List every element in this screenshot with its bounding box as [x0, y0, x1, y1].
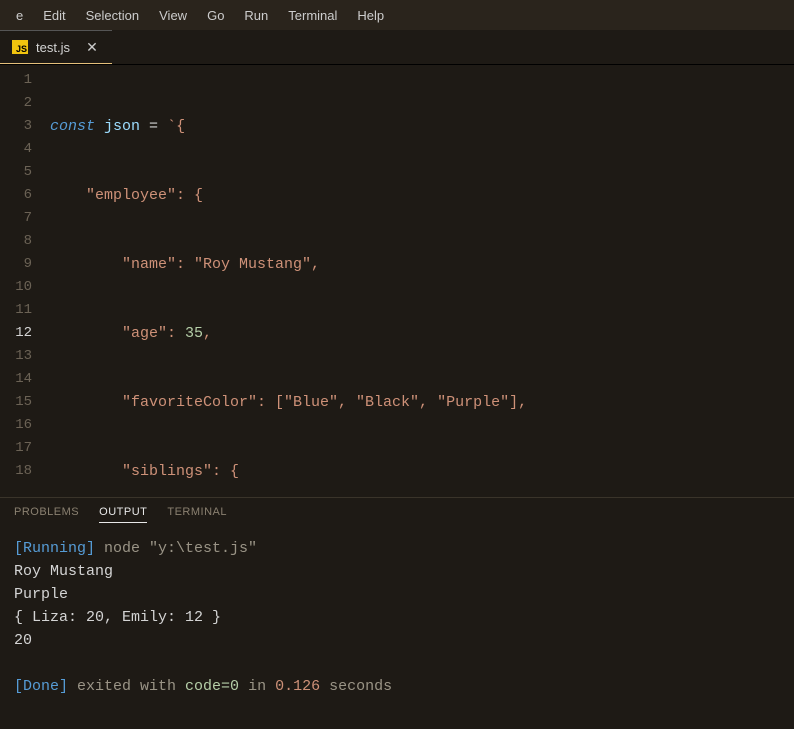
- line-number: 11: [0, 299, 32, 322]
- line-number: 4: [0, 138, 32, 161]
- output-text: in: [239, 678, 275, 695]
- output-text: seconds: [320, 678, 392, 695]
- tab-close-button[interactable]: ✕: [84, 39, 100, 55]
- menu-edit[interactable]: Edit: [33, 4, 75, 27]
- menu-run[interactable]: Run: [234, 4, 278, 27]
- panel-tab-output[interactable]: OUTPUT: [99, 506, 147, 523]
- menu-go[interactable]: Go: [197, 4, 234, 27]
- code-line: "name": "Roy Mustang",: [50, 253, 794, 276]
- tab-test-js[interactable]: JS test.js ✕: [0, 30, 112, 64]
- line-number: 12: [0, 322, 32, 345]
- line-number: 17: [0, 437, 32, 460]
- output-exit-code: code=0: [185, 678, 239, 695]
- menu-help[interactable]: Help: [347, 4, 394, 27]
- panel-tab-problems[interactable]: PROBLEMS: [14, 506, 79, 523]
- tab-filename: test.js: [36, 40, 70, 55]
- code-line: "siblings": {: [50, 460, 794, 483]
- output-line: 20: [14, 632, 32, 649]
- line-number: 16: [0, 414, 32, 437]
- menu-view[interactable]: View: [149, 4, 197, 27]
- menu-terminal[interactable]: Terminal: [278, 4, 347, 27]
- menu-file[interactable]: e: [6, 4, 33, 27]
- code-line: "age": 35,: [50, 322, 794, 345]
- bottom-panel: PROBLEMS OUTPUT TERMINAL [Running] node …: [0, 497, 794, 729]
- menu-bar: e Edit Selection View Go Run Terminal He…: [0, 0, 794, 30]
- output-done-tag: [Done]: [14, 678, 68, 695]
- editor-area[interactable]: 1 2 3 4 5 6 7 8 9 10 11 12 13 14 15 16 1…: [0, 65, 794, 497]
- code-line: "favoriteColor": ["Blue", "Black", "Purp…: [50, 391, 794, 414]
- output-line: Roy Mustang: [14, 563, 113, 580]
- line-number: 15: [0, 391, 32, 414]
- line-number: 2: [0, 92, 32, 115]
- panel-tab-bar: PROBLEMS OUTPUT TERMINAL: [0, 498, 794, 529]
- line-number: 18: [0, 460, 32, 483]
- output-text: exited with: [68, 678, 185, 695]
- line-number: 10: [0, 276, 32, 299]
- line-number: 1: [0, 69, 32, 92]
- code-content[interactable]: const json = `{ "employee": { "name": "R…: [50, 65, 794, 497]
- line-number: 5: [0, 161, 32, 184]
- line-number: 14: [0, 368, 32, 391]
- output-duration: 0.126: [275, 678, 320, 695]
- line-number: 6: [0, 184, 32, 207]
- output-content[interactable]: [Running] node "y:\test.js" Roy Mustang …: [0, 529, 794, 706]
- line-number: 3: [0, 115, 32, 138]
- line-number-gutter: 1 2 3 4 5 6 7 8 9 10 11 12 13 14 15 16 1…: [0, 65, 50, 497]
- menu-selection[interactable]: Selection: [76, 4, 149, 27]
- tab-bar: JS test.js ✕: [0, 30, 794, 65]
- code-line: const json = `{: [50, 115, 794, 138]
- output-line: { Liza: 20, Emily: 12 }: [14, 609, 221, 626]
- output-running-tag: [Running]: [14, 540, 95, 557]
- output-line: Purple: [14, 586, 68, 603]
- code-line: "employee": {: [50, 184, 794, 207]
- line-number: 8: [0, 230, 32, 253]
- line-number: 7: [0, 207, 32, 230]
- panel-tab-terminal[interactable]: TERMINAL: [167, 506, 227, 523]
- line-number: 13: [0, 345, 32, 368]
- line-number: 9: [0, 253, 32, 276]
- output-command: node "y:\test.js": [95, 540, 257, 557]
- javascript-file-icon: JS: [12, 40, 28, 54]
